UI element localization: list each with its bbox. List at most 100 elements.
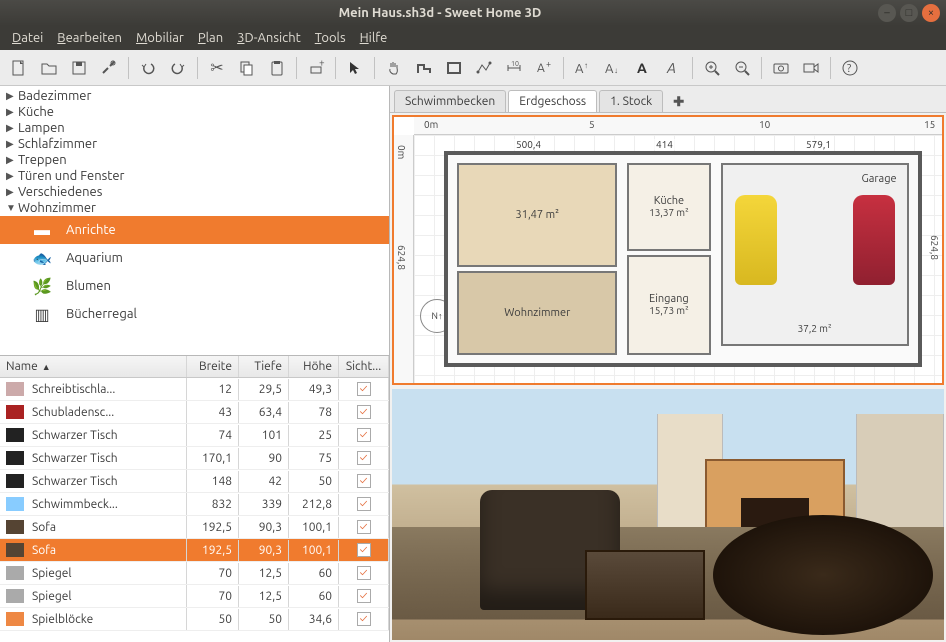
catalog-tree[interactable]: BadezimmerKücheLampenSchlafzimmerTreppen…: [0, 86, 389, 356]
room-icon[interactable]: [441, 55, 467, 81]
category-item[interactable]: Lampen: [0, 120, 389, 136]
car-icon[interactable]: [735, 195, 777, 285]
wall-icon[interactable]: [411, 55, 437, 81]
visibility-checkbox[interactable]: ✓: [357, 451, 371, 465]
copy-icon[interactable]: [234, 55, 260, 81]
plan-canvas[interactable]: N↑ 500,4 414 579,1 624,8 31,47 m² Küche1…: [414, 135, 942, 383]
tab-schwimmbecken[interactable]: Schwimmbecken: [394, 90, 506, 112]
separator: [374, 57, 375, 79]
maximize-button[interactable]: □: [900, 4, 918, 22]
dimension-icon[interactable]: 10: [501, 55, 527, 81]
text-increase-icon[interactable]: A↑: [570, 55, 596, 81]
help-icon[interactable]: ?: [837, 55, 863, 81]
table-row[interactable]: Schwarzer Tisch7410125✓: [0, 424, 389, 447]
visibility-checkbox[interactable]: ✓: [357, 382, 371, 396]
col-name[interactable]: Name: [6, 360, 38, 373]
pan-icon[interactable]: [381, 55, 407, 81]
menu-mobiliar[interactable]: Mobiliar: [130, 29, 190, 47]
category-item[interactable]: Verschiedenes: [0, 184, 389, 200]
new-icon[interactable]: [6, 55, 32, 81]
zoom-in-icon[interactable]: [699, 55, 725, 81]
visibility-checkbox[interactable]: ✓: [357, 589, 371, 603]
table-row[interactable]: Schwarzer Tisch170,19075✓: [0, 447, 389, 470]
col-hoehe[interactable]: Höhe: [289, 356, 339, 377]
polyline-icon[interactable]: [471, 55, 497, 81]
text-decrease-icon[interactable]: A↓: [600, 55, 626, 81]
visibility-checkbox[interactable]: ✓: [357, 497, 371, 511]
expand-icon: [6, 154, 18, 166]
undo-icon[interactable]: [135, 55, 161, 81]
menu-3d-ansicht[interactable]: 3D-Ansicht: [231, 29, 307, 47]
plan-view[interactable]: 0m 5 10 15 0m 624,8 N↑ 500,4 414 579,1 6…: [392, 115, 944, 385]
visibility-checkbox[interactable]: ✓: [357, 543, 371, 557]
text-bold-icon[interactable]: A: [630, 55, 656, 81]
col-tiefe[interactable]: Tiefe: [239, 356, 289, 377]
category-item[interactable]: Treppen: [0, 152, 389, 168]
table-header[interactable]: Name ▲ Breite Tiefe Höhe Sicht...: [0, 356, 389, 378]
menu-bearbeiten[interactable]: Bearbeiten: [51, 29, 128, 47]
add-tab-button[interactable]: ✚: [665, 93, 692, 112]
3d-view[interactable]: [392, 389, 944, 640]
preferences-icon[interactable]: [96, 55, 122, 81]
separator: [296, 57, 297, 79]
menu-datei[interactable]: Datei: [6, 29, 49, 47]
table-row[interactable]: Sofa192,590,3100,1✓: [0, 516, 389, 539]
text-italic-icon[interactable]: A: [660, 55, 686, 81]
menu-hilfe[interactable]: Hilfe: [354, 29, 394, 47]
visibility-checkbox[interactable]: ✓: [357, 612, 371, 626]
table-row[interactable]: Schwarzer Tisch1484250✓: [0, 470, 389, 493]
add-furniture-icon[interactable]: +: [303, 55, 329, 81]
table-row[interactable]: Schwimmbeck...832339212,8✓: [0, 493, 389, 516]
catalog-item[interactable]: ▬Anrichte: [0, 216, 389, 244]
floorplan[interactable]: 31,47 m² Küche13,37 m² Garage 37,2 m² Wo…: [444, 151, 922, 367]
visibility-checkbox[interactable]: ✓: [357, 428, 371, 442]
photo-icon[interactable]: [768, 55, 794, 81]
save-icon[interactable]: [66, 55, 92, 81]
menubar: DateiBearbeitenMobiliarPlan3D-AnsichtToo…: [0, 26, 946, 50]
furniture-icon: [6, 474, 24, 488]
catalog-item[interactable]: 🌿Blumen: [0, 272, 389, 300]
cut-icon[interactable]: ✂: [204, 55, 230, 81]
table-row[interactable]: Schubladensc...4363,478✓: [0, 401, 389, 424]
coffee-table: [585, 550, 705, 620]
tab-1. stock[interactable]: 1. Stock: [599, 90, 663, 112]
text-add-icon[interactable]: A+: [531, 55, 557, 81]
table-row[interactable]: Sofa192,590,3100,1✓: [0, 539, 389, 562]
car-icon[interactable]: [853, 195, 895, 285]
visibility-checkbox[interactable]: ✓: [357, 566, 371, 580]
select-icon[interactable]: [342, 55, 368, 81]
expand-icon: [6, 138, 18, 150]
redo-icon[interactable]: [165, 55, 191, 81]
table-row[interactable]: Spiegel7012,560✓: [0, 585, 389, 608]
video-icon[interactable]: [798, 55, 824, 81]
dining-table: [713, 515, 933, 635]
table-row[interactable]: Spiegel7012,560✓: [0, 562, 389, 585]
category-item[interactable]: Türen und Fenster: [0, 168, 389, 184]
dimension-label: 579,1: [804, 139, 833, 150]
tab-erdgeschoss[interactable]: Erdgeschoss: [508, 90, 597, 112]
category-item[interactable]: Schlafzimmer: [0, 136, 389, 152]
menu-plan[interactable]: Plan: [192, 29, 229, 47]
category-item[interactable]: Badezimmer: [0, 88, 389, 104]
bookshelf-icon: ▥: [24, 303, 60, 325]
menu-tools[interactable]: Tools: [309, 29, 352, 47]
furniture-icon: [6, 543, 24, 557]
table-row[interactable]: Schreibtischla...1229,549,3✓: [0, 378, 389, 401]
catalog-item[interactable]: ▥Bücherregal: [0, 300, 389, 328]
table-row[interactable]: Spielblöcke505034,6✓: [0, 608, 389, 631]
svg-text:+: +: [319, 59, 325, 68]
paste-icon[interactable]: [264, 55, 290, 81]
close-button[interactable]: ×: [922, 4, 940, 22]
col-breite[interactable]: Breite: [187, 356, 239, 377]
visibility-checkbox[interactable]: ✓: [357, 474, 371, 488]
visibility-checkbox[interactable]: ✓: [357, 405, 371, 419]
svg-text:+: +: [546, 59, 551, 69]
category-item[interactable]: Wohnzimmer: [0, 200, 389, 216]
visibility-checkbox[interactable]: ✓: [357, 520, 371, 534]
catalog-item[interactable]: 🐟Aquarium: [0, 244, 389, 272]
minimize-button[interactable]: –: [878, 4, 896, 22]
open-icon[interactable]: [36, 55, 62, 81]
col-sicht[interactable]: Sicht...: [339, 356, 389, 377]
category-item[interactable]: Küche: [0, 104, 389, 120]
zoom-out-icon[interactable]: [729, 55, 755, 81]
